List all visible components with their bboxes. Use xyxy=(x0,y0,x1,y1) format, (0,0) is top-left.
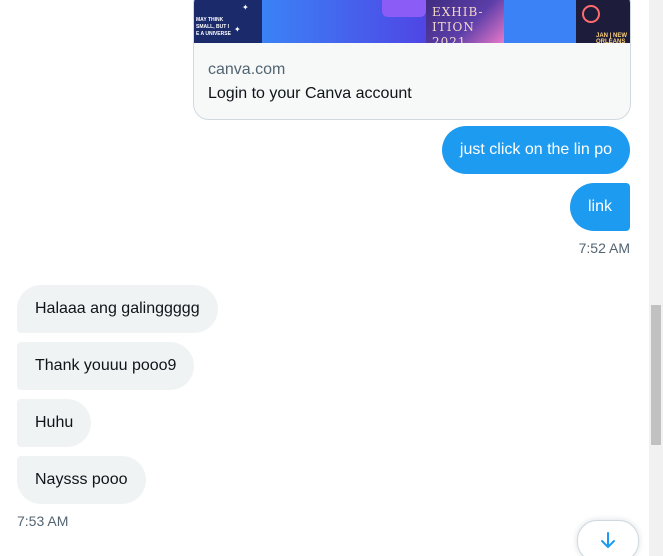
preview-tile-text: EXHIB- ITION 2021 xyxy=(432,5,484,43)
preview-tile-exhibition: EXHIB- ITION 2021 xyxy=(426,0,504,43)
sent-message[interactable]: just click on the lin po xyxy=(441,126,630,174)
link-preview-image: MAY THINK SMALL, BUT I E A UNIVERSE ✦ ✦ … xyxy=(194,0,630,43)
link-preview-card[interactable]: MAY THINK SMALL, BUT I E A UNIVERSE ✦ ✦ … xyxy=(193,0,631,120)
sparkle-icon: ✦ xyxy=(242,3,249,12)
preview-tile-text: MAY THINK SMALL, BUT I E A UNIVERSE xyxy=(196,17,231,37)
received-timestamp: 7:53 AM xyxy=(17,513,69,529)
received-message[interactable]: Huhu xyxy=(17,399,92,447)
scrollbar[interactable] xyxy=(649,0,663,556)
preview-tile-gradient xyxy=(504,0,576,43)
arrow-down-icon xyxy=(601,532,615,548)
scrollbar-thumb[interactable] xyxy=(651,305,661,445)
link-preview-title: Login to your Canva account xyxy=(208,85,412,102)
scroll-to-bottom-button[interactable] xyxy=(577,520,639,556)
guitar-icon xyxy=(582,5,600,23)
preview-tile-music: JAN | NEW ORLEANS xyxy=(576,0,630,43)
received-message[interactable]: Thank youuu pooo9 xyxy=(17,342,195,390)
sparkle-icon: ✦ xyxy=(234,25,241,34)
received-message[interactable]: Halaaa ang galinggggg xyxy=(17,285,218,333)
preview-tile-text: JAN | NEW ORLEANS xyxy=(596,33,628,43)
sent-timestamp: 7:52 AM xyxy=(578,240,630,256)
sent-message[interactable]: link xyxy=(569,183,630,231)
preview-tile-universe: MAY THINK SMALL, BUT I E A UNIVERSE ✦ ✦ xyxy=(194,0,262,43)
received-message[interactable]: Naysss pooo xyxy=(17,456,146,504)
link-preview-domain: canva.com xyxy=(208,61,286,78)
preview-tile-shape xyxy=(382,0,426,17)
preview-tile-blue xyxy=(262,0,426,43)
conversation-pane: MAY THINK SMALL, BUT I E A UNIVERSE ✦ ✦ … xyxy=(0,0,649,556)
